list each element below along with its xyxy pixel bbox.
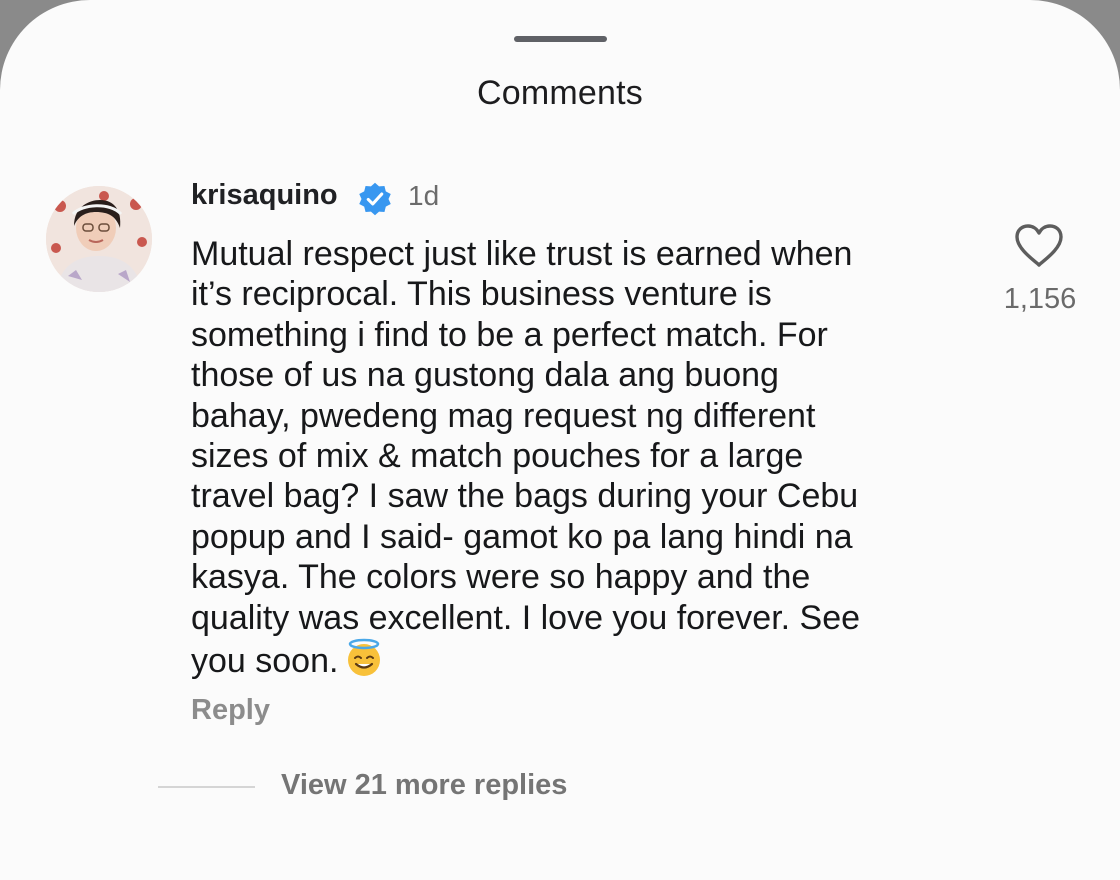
- comments-sheet: Comments krisaquino 1d Mutual respect ju…: [0, 0, 1120, 880]
- comment-line: kasya. The colors were so happy and the: [191, 558, 811, 597]
- comment-line: Mutual respect just like trust is earned…: [191, 235, 853, 273]
- comment-username[interactable]: krisaquino: [191, 179, 338, 212]
- comment-line: quality was excellent. I love you foreve…: [191, 598, 861, 637]
- comment-line: it’s reciprocal. This business venture i…: [191, 275, 772, 314]
- sheet-title: Comments: [477, 74, 643, 112]
- like-count: 1,156: [1003, 283, 1077, 315]
- comment-line: bahay, pwedeng mag request ng different: [191, 396, 816, 435]
- comment-text: Mutual respect just like trust is earned…: [191, 234, 961, 681]
- drag-handle[interactable]: [514, 36, 607, 42]
- comment-line: popup and I said- gamot ko pa lang hindi…: [191, 517, 853, 556]
- comment-line: travel bag? I saw the bags during your C…: [191, 477, 859, 516]
- reply-button[interactable]: Reply: [191, 694, 270, 727]
- replies-divider: [158, 786, 255, 788]
- avatar-image: [46, 186, 152, 292]
- verified-badge-icon: [359, 182, 391, 216]
- comment-last-line: you soon.: [191, 638, 961, 681]
- comment-line: sizes of mix & match pouches for a large: [191, 437, 804, 476]
- comment-timestamp: 1d: [408, 180, 440, 211]
- comment-line: those of us na gustong dala ang buong: [191, 356, 779, 395]
- comment-line: you soon.: [191, 642, 339, 681]
- avatar[interactable]: [46, 186, 152, 292]
- halo-smile-emoji-icon: [348, 638, 381, 677]
- comment-line: something i find to be a perfect match. …: [191, 315, 828, 354]
- heart-outline-icon[interactable]: [1013, 223, 1065, 269]
- view-more-replies-button[interactable]: View 21 more replies: [281, 769, 567, 802]
